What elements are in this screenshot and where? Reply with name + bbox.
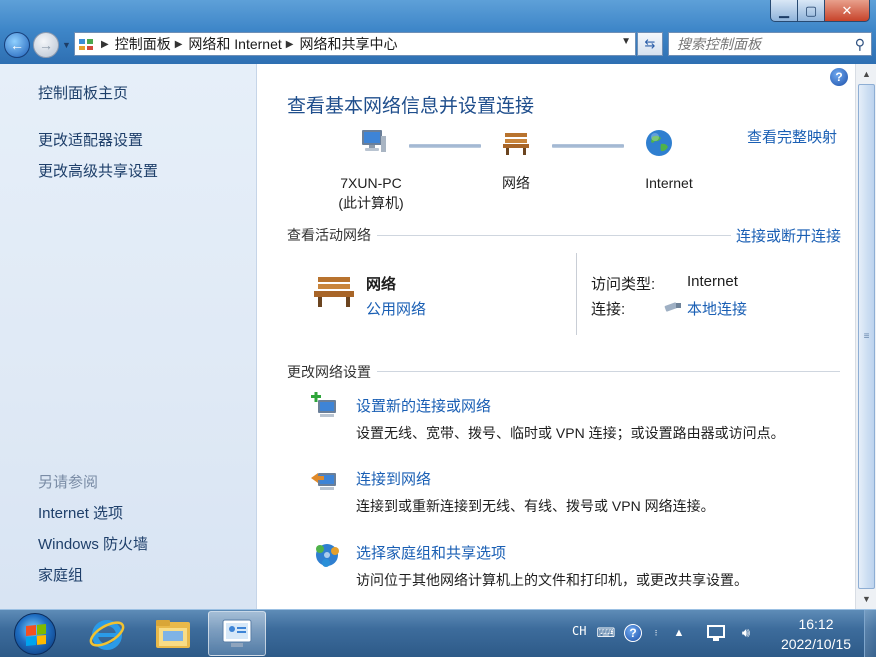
address-dropdown-button[interactable]: ▼: [621, 36, 631, 47]
input-language-indicator[interactable]: CH: [572, 624, 586, 638]
taskbar: CH ⌨ ? ⁝ ▲ 🔊︎ 16:12 2022/10/15: [0, 609, 876, 657]
see-also-label: 另请参阅: [38, 474, 99, 491]
active-network-name: 网络: [366, 276, 397, 293]
access-type-value: Internet: [687, 273, 738, 290]
vertical-scrollbar[interactable]: ▲ ≡ ▼: [855, 64, 876, 609]
clock-date: 2022/10/15: [780, 636, 852, 652]
globe-icon[interactable]: [644, 128, 674, 156]
sidebar-link-advanced-sharing-settings[interactable]: 更改高级共享设置: [38, 160, 158, 181]
bench-network-icon: [312, 274, 356, 311]
map-node-network: 网络: [502, 175, 530, 191]
refresh-button[interactable]: ⇆: [637, 32, 663, 56]
sidebar-link-change-adapter-settings[interactable]: 更改适配器设置: [38, 129, 143, 150]
change-settings-title: 更改网络设置: [287, 362, 377, 382]
connect-disconnect-link[interactable]: 连接或断开连接: [732, 225, 842, 246]
close-button[interactable]: ✕: [825, 0, 870, 22]
taskbar-windows-explorer[interactable]: [144, 611, 202, 656]
maximize-button[interactable]: ▢: [798, 0, 825, 22]
computer-icon[interactable]: [358, 128, 388, 156]
back-button[interactable]: ←: [4, 32, 30, 58]
scroll-down-button[interactable]: ▼: [858, 590, 875, 607]
network-tray-icon[interactable]: [706, 623, 726, 643]
volume-icon[interactable]: 🔊︎: [736, 623, 756, 643]
view-full-map-link[interactable]: 查看完整映射: [747, 126, 837, 147]
homegroup-icon[interactable]: [310, 540, 344, 570]
network-type-link[interactable]: 公用网络: [366, 298, 426, 319]
setup-new-connection-link[interactable]: 设置新的连接或网络: [356, 395, 491, 416]
search-input[interactable]: [677, 36, 842, 52]
breadcrumb-control-panel[interactable]: 控制面板: [115, 34, 171, 54]
network-cable-icon: [663, 300, 683, 317]
keyboard-icon[interactable]: ⌨: [596, 623, 616, 643]
vertical-divider: [576, 253, 577, 335]
help-icon[interactable]: ?: [830, 68, 848, 86]
forward-button[interactable]: →: [33, 32, 59, 58]
address-bar[interactable]: ▶ 控制面板 ▶ 网络和 Internet ▶ 网络和共享中心 ▼: [74, 32, 636, 56]
computer-subtitle: (此计算机): [338, 195, 404, 211]
map-link-line: [409, 144, 481, 148]
internet-explorer-icon: [89, 619, 125, 650]
navigation-bar: ← → ▼ ▶ 控制面板 ▶ 网络和 Internet ▶ 网络和共享中心 ▼ …: [0, 28, 876, 62]
breadcrumb-separator[interactable]: ▶: [171, 39, 189, 50]
minimize-button[interactable]: ▁: [770, 0, 798, 22]
taskbar-internet-explorer[interactable]: [78, 611, 136, 656]
map-node-computer: 7XUN-PC (此计算机): [316, 173, 426, 213]
show-desktop-button[interactable]: [864, 610, 876, 657]
clock-time: 16:12: [798, 616, 834, 632]
homegroup-sharing-description: 访问位于其他网络计算机上的文件和打印机，或更改共享设置。: [356, 572, 748, 588]
connect-to-network-description: 连接到或重新连接到无线、有线、拨号或 VPN 网络连接。: [356, 498, 715, 514]
computer-name: 7XUN-PC: [340, 175, 402, 191]
page-title: 查看基本网络信息并设置连接: [287, 96, 535, 117]
map-node-internet: Internet: [645, 175, 693, 191]
windows-start-icon: [26, 623, 46, 647]
new-connection-icon[interactable]: [310, 392, 344, 422]
search-box[interactable]: ⚲: [668, 32, 872, 56]
connections-label: 连接:: [591, 301, 626, 318]
breadcrumb-network-internet[interactable]: 网络和 Internet: [188, 34, 281, 54]
bench-network-icon[interactable]: [501, 130, 531, 158]
show-hidden-icons-icon[interactable]: ▲: [669, 623, 689, 643]
window-titlebar: ▁ ▢ ✕ ← → ▼ ▶ 控制面板 ▶ 网络和 Internet ▶ 网络和共…: [0, 0, 876, 64]
setup-new-connection-description: 设置无线、宽带、拨号、临时或 VPN 连接；或设置路由器或访问点。: [356, 425, 785, 441]
search-icon[interactable]: ⚲: [855, 36, 865, 53]
help-tray-icon[interactable]: ?: [623, 623, 643, 643]
sidebar-link-windows-firewall[interactable]: Windows 防火墙: [38, 533, 148, 554]
taskbar-network-sharing-center[interactable]: [208, 611, 266, 656]
back-arrow-icon: ←: [10, 37, 24, 53]
window-controls: ▁ ▢ ✕: [770, 0, 870, 22]
local-connection-link[interactable]: 本地连接: [687, 298, 747, 319]
refresh-icon: ⇆: [644, 36, 656, 51]
sidebar: 控制面板主页 更改适配器设置 更改高级共享设置 另请参阅 Internet 选项…: [0, 64, 257, 609]
sidebar-link-internet-options[interactable]: Internet 选项: [38, 502, 123, 523]
recent-pages-dropdown[interactable]: ▼: [62, 40, 71, 50]
start-button[interactable]: [14, 613, 56, 655]
system-clock[interactable]: 16:12 2022/10/15: [770, 614, 862, 654]
breadcrumb-separator[interactable]: ▶: [97, 39, 115, 50]
active-networks-title: 查看活动网络: [287, 225, 377, 245]
network-center-icon: [222, 619, 252, 647]
breadcrumb-network-sharing-center[interactable]: 网络和共享中心: [299, 34, 397, 54]
sidebar-link-homegroup[interactable]: 家庭组: [38, 564, 83, 585]
breadcrumb-separator[interactable]: ▶: [282, 39, 300, 50]
connect-to-network-link[interactable]: 连接到网络: [356, 468, 431, 489]
forward-arrow-icon: →: [39, 37, 53, 53]
sidebar-link-control-panel-home[interactable]: 控制面板主页: [38, 82, 128, 103]
control-panel-icon: [75, 33, 97, 55]
map-link-line: [552, 144, 624, 148]
scrollbar-thumb[interactable]: ≡: [858, 84, 875, 589]
folder-icon: [156, 619, 190, 648]
main-content: ? 查看基本网络信息并设置连接 查看完整映射 7XUN-PC (此计算机) 网络…: [258, 64, 854, 609]
scroll-up-button[interactable]: ▲: [858, 65, 875, 82]
homegroup-sharing-link[interactable]: 选择家庭组和共享选项: [356, 542, 506, 563]
access-type-label: 访问类型:: [591, 276, 656, 293]
tray-handle-icon: ⁝: [654, 627, 658, 638]
connect-network-icon[interactable]: [310, 466, 344, 496]
